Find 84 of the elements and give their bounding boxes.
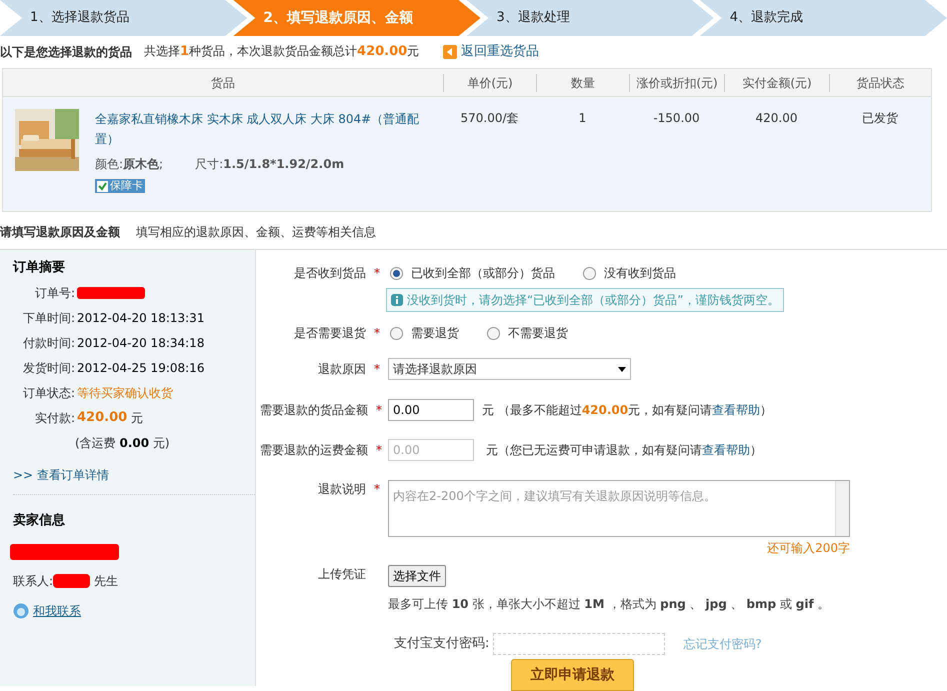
order-summary-title: 订单摘要 — [13, 258, 66, 277]
help-link[interactable]: 查看帮助 — [712, 401, 760, 419]
dropdown-icon — [618, 366, 626, 372]
product-link[interactable]: 全嘉家私直销橡木床 实木床 成人双人床 大床 804#（普通配置） — [95, 109, 443, 149]
back-link[interactable]: 返回重选货品 — [443, 42, 540, 62]
amount-note: 元 （最多不能超过420.00元，如有疑问请 — [482, 402, 712, 419]
field-label: 需要退款的运费金额 — [260, 442, 368, 459]
amount-field[interactable]: 0.00 — [388, 399, 474, 421]
field-label: 退款原因 — [318, 361, 366, 378]
amount-note: 元（您已无运费可申请退款，如有疑问请 — [486, 442, 702, 459]
progress-step: 4、退款完成 — [700, 0, 947, 36]
contact-label: 联系人: — [13, 573, 54, 590]
info-icon — [391, 294, 403, 306]
radio-button[interactable] — [487, 326, 500, 340]
summary-label: 下单时间: — [22, 310, 75, 326]
column-header: 实付金额(元) — [724, 74, 829, 92]
notice-text: 没收到货时，请勿选择“已收到全部（或部分）货品”，谨防钱货两空。 — [407, 292, 780, 309]
summary-label: 发货时间: — [22, 360, 75, 376]
order-status: 等待买家确认收货 — [77, 384, 173, 402]
required-mark: * — [376, 403, 382, 417]
product-color: 颜色:原木色; — [95, 156, 164, 173]
reason-select[interactable]: 请选择退款原因 — [388, 358, 631, 380]
scrollbar — [835, 481, 849, 536]
quantity: 1 — [578, 110, 588, 127]
contact-title: 先生 — [94, 573, 118, 590]
summary-title: 以下是您选择退款的货品 — [0, 44, 132, 61]
summary-label: 订单状态: — [22, 384, 75, 402]
field-label: 退款说明 — [318, 481, 366, 498]
required-mark: * — [374, 362, 380, 376]
radio-button[interactable] — [390, 326, 403, 340]
progress-step: 1、选择退款货品 — [0, 0, 248, 36]
discount: -150.00 — [652, 110, 701, 127]
submit-button[interactable]: 立即申请退款 — [511, 659, 634, 691]
radio-label[interactable]: 需要退货 — [411, 324, 459, 342]
required-mark: * — [374, 266, 380, 280]
progress-step: 2、填写退款原因、金额 — [233, 0, 480, 36]
password-field[interactable] — [493, 633, 666, 655]
field-label: 上传凭证 — [318, 566, 366, 583]
shipping-note: (含运费 0.00 元) — [75, 434, 171, 452]
radio-label[interactable]: 没有收到货品 — [604, 264, 676, 282]
password-label: 支付宝支付密码: — [394, 635, 490, 654]
choose-file-button[interactable]: 选择文件 — [388, 565, 446, 587]
summary-text: 共选择1种货品，本次退款货品金额总计420.00元 — [144, 43, 420, 62]
column-header: 单价(元) — [443, 74, 536, 92]
summary-value: 2012-04-25 19:08:16 — [77, 360, 204, 376]
currency-unit: 元 — [131, 410, 144, 426]
column-header: 数量 — [536, 74, 629, 92]
radio-button[interactable] — [583, 266, 596, 280]
required-mark: * — [376, 443, 382, 457]
seller-title: 卖家信息 — [13, 512, 66, 530]
section-hint: 填写相应的退款原因、金额、运费等相关信息 — [136, 224, 376, 240]
progress-step: 3、退款处理 — [466, 0, 714, 36]
goods-status: 已发货 — [861, 110, 899, 127]
unit-price: 570.00/套 — [459, 110, 520, 127]
summary-value: 2012-04-20 18:13:31 — [77, 310, 204, 326]
required-mark: * — [374, 326, 380, 340]
column-header: 货品状态 — [829, 74, 931, 92]
column-header: 货品 — [210, 74, 236, 92]
bracket-text: ） — [760, 402, 772, 419]
summary-label: 实付款: — [34, 410, 75, 426]
product-size: 尺寸:1.5/1.8*1.92/2.0m — [195, 156, 344, 173]
check-icon — [97, 180, 108, 192]
radio-button[interactable] — [390, 266, 403, 280]
radio-label[interactable]: 不需要退货 — [508, 324, 568, 342]
radio-label[interactable]: 已收到全部（或部分）货品 — [411, 264, 555, 282]
required-mark: * — [374, 482, 380, 496]
order-details-link[interactable]: >> 查看订单详情 — [13, 466, 242, 484]
contact-link[interactable]: 和我联系 — [13, 602, 242, 620]
bracket-text: ） — [750, 442, 762, 459]
summary-label: 订单号: — [34, 284, 75, 302]
section-title: 请填写退款原因及金额 — [0, 224, 120, 240]
chat-icon — [13, 603, 29, 619]
column-header: 涨价或折扣(元) — [629, 74, 724, 92]
char-counter: 还可输入200字 — [767, 540, 850, 557]
upload-note: 最多可上传 10 张，单张大小不超过 1M ，格式为 png 、 jpg 、 bmp 或 gif 。 — [388, 596, 830, 613]
redaction-mark — [77, 286, 145, 298]
field-label: 需要退款的货品金额 — [260, 402, 368, 419]
paid-total: 420.00 — [77, 408, 128, 427]
field-label: 是否收到货品 — [294, 265, 366, 282]
field-label: 是否需要退货 — [294, 325, 366, 342]
paid-amount: 420.00 — [754, 110, 798, 127]
redaction-mark — [53, 574, 90, 588]
summary-label: 付款时间: — [22, 334, 75, 352]
summary-value: 2012-04-20 18:34:18 — [77, 334, 204, 352]
